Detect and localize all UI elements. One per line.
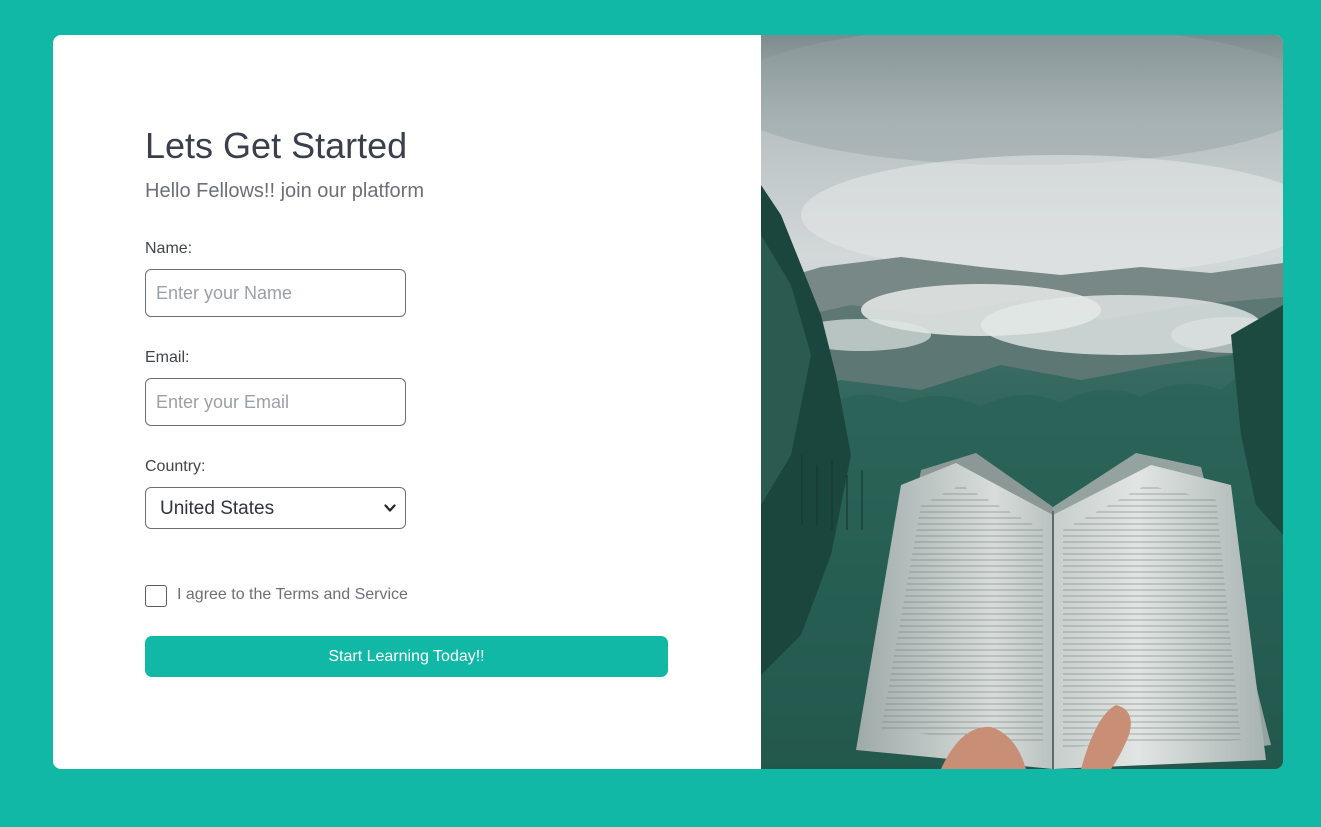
page-subtitle: Hello Fellows!! join our platform — [145, 180, 424, 202]
country-label: Country: — [145, 458, 206, 475]
country-select-value: United States — [160, 498, 275, 519]
email-input[interactable] — [145, 378, 406, 426]
country-select[interactable]: United States — [145, 487, 406, 529]
email-label: Email: — [145, 349, 190, 366]
signup-form: Lets Get Started Hello Fellows!! join ou… — [53, 35, 761, 769]
name-label: Name: — [145, 240, 193, 257]
hero-image — [761, 35, 1283, 769]
page-title: Lets Get Started — [145, 125, 408, 166]
start-learning-button[interactable]: Start Learning Today!! — [145, 636, 668, 677]
chevron-down-icon — [384, 504, 396, 512]
terms-label: I agree to the Terms and Service — [177, 586, 408, 603]
signup-card: Lets Get Started Hello Fellows!! join ou… — [53, 35, 1283, 769]
name-input[interactable] — [145, 269, 406, 317]
terms-checkbox[interactable] — [145, 585, 167, 607]
